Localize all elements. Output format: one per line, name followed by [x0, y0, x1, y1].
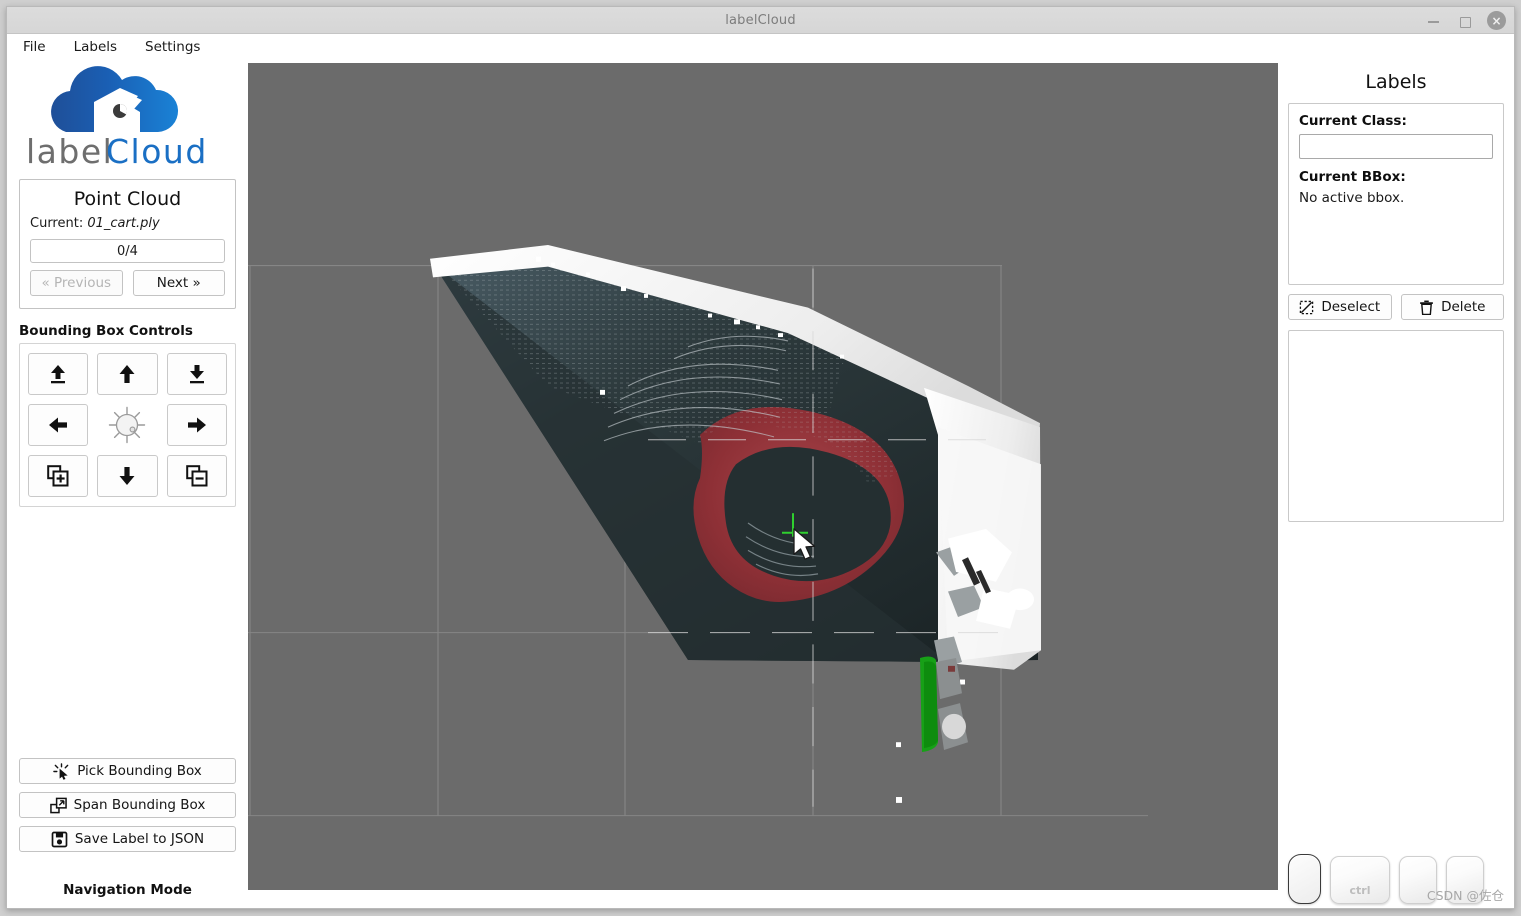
- navigation-mode-status: Navigation Mode: [63, 882, 192, 898]
- bbox-move-forward-button[interactable]: [97, 353, 158, 395]
- menu-item-labels[interactable]: Labels: [72, 37, 119, 57]
- save-label-json-button[interactable]: Save Label to JSON: [19, 826, 236, 852]
- mouse-key-hint: [1288, 854, 1321, 904]
- point-cloud-nav-row: « Previous Next »: [30, 270, 225, 296]
- bbox-move-left-button[interactable]: [28, 404, 89, 446]
- labelcloud-logo-icon: label Cloud: [26, 66, 208, 170]
- menu-item-settings[interactable]: Settings: [143, 37, 202, 57]
- viewport-overlay: [648, 268, 1008, 807]
- bbox-move-right-button[interactable]: [166, 404, 227, 446]
- box-plus-icon: [47, 465, 69, 487]
- watermark-text: CSDN @佐仓: [1426, 888, 1504, 903]
- current-file-row: Current: 01_cart.ply: [30, 216, 225, 231]
- current-class-label: Current Class:: [1299, 113, 1407, 129]
- current-bbox-status: No active bbox.: [1299, 190, 1405, 206]
- arrow-left-icon: [49, 417, 68, 433]
- left-sidebar: label Cloud Point Cloud Current: 01_cart…: [7, 59, 248, 908]
- arrow-down-bar-icon: [189, 365, 204, 384]
- label-list[interactable]: [1288, 330, 1504, 522]
- current-file-prefix: Current:: [30, 216, 84, 231]
- box-minus-icon: [186, 465, 208, 487]
- current-class-input[interactable]: [1299, 134, 1493, 159]
- main-body: label Cloud Point Cloud Current: 01_cart…: [7, 59, 1514, 908]
- logo-text-label: label: [26, 132, 113, 170]
- point-cloud-progress: 0/4: [30, 239, 225, 263]
- save-label-json-label: Save Label to JSON: [74, 831, 205, 847]
- app-window: labelCloud × File Labels Settings label …: [6, 6, 1515, 909]
- pick-cursor-icon: [53, 762, 69, 780]
- bbox-rotate-dial[interactable]: [97, 404, 157, 446]
- title-bar: labelCloud ×: [7, 7, 1514, 34]
- arrow-up-bar-icon: [51, 365, 66, 384]
- next-button[interactable]: Next »: [132, 270, 225, 296]
- right-sidebar-spacer: [1288, 522, 1504, 854]
- bbox-controls-title: Bounding Box Controls: [19, 323, 193, 339]
- window-title: labelCloud: [725, 12, 796, 28]
- menu-item-file[interactable]: File: [21, 37, 48, 57]
- bbox-decrease-z-button[interactable]: [166, 353, 227, 395]
- menu-bar: File Labels Settings: [7, 34, 1514, 59]
- minimize-icon[interactable]: [1425, 12, 1442, 29]
- logo-text-cloud: Cloud: [106, 132, 208, 170]
- window-controls: ×: [1425, 7, 1506, 34]
- span-bounding-box-label: Span Bounding Box: [73, 797, 206, 813]
- app-logo: label Cloud: [7, 59, 248, 173]
- ctrl-key-hint: ctrl: [1330, 856, 1390, 904]
- label-action-row: Deselect Delete: [1288, 294, 1504, 320]
- action-button-group: Pick Bounding Box Span Bounding Box Save…: [7, 758, 248, 852]
- pick-bounding-box-label: Pick Bounding Box: [77, 763, 202, 779]
- point-cloud-viewport[interactable]: [248, 63, 1278, 890]
- current-label-panel: Current Class: Current BBox: No active b…: [1288, 103, 1504, 285]
- ctrl-key-label: ctrl: [1349, 884, 1371, 897]
- bbox-controls-grid: [28, 353, 227, 497]
- delete-button[interactable]: Delete: [1400, 294, 1504, 320]
- bbox-scale-down-button[interactable]: [166, 455, 227, 497]
- pick-bounding-box-button[interactable]: Pick Bounding Box: [19, 758, 236, 784]
- delete-label: Delete: [1441, 299, 1486, 315]
- point-cloud-panel: Point Cloud Current: 01_cart.ply 0/4 « P…: [19, 179, 236, 309]
- trash-icon: [1420, 300, 1433, 315]
- left-sidebar-spacer: [7, 507, 248, 758]
- arrow-down-icon: [119, 467, 135, 485]
- deselect-label: Deselect: [1321, 299, 1381, 315]
- labels-panel-title: Labels: [1365, 71, 1427, 93]
- bbox-increase-z-button[interactable]: [28, 353, 89, 395]
- span-box-icon: [49, 797, 67, 813]
- close-glyph: ×: [1491, 13, 1502, 28]
- current-bbox-label: Current BBox:: [1299, 169, 1406, 185]
- save-disk-icon: [51, 831, 68, 847]
- span-bounding-box-button[interactable]: Span Bounding Box: [19, 792, 236, 818]
- close-icon[interactable]: ×: [1487, 11, 1506, 30]
- deselect-icon: [1300, 300, 1314, 314]
- point-cloud-title: Point Cloud: [73, 188, 182, 210]
- arrow-right-icon: [187, 417, 206, 433]
- current-file-name: 01_cart.ply: [87, 216, 160, 231]
- arrow-up-icon: [119, 365, 135, 383]
- rotation-dial-icon: [109, 406, 146, 444]
- previous-button[interactable]: « Previous: [30, 270, 123, 296]
- labels-sidebar: Labels Current Class: Current BBox: No a…: [1278, 59, 1514, 908]
- deselect-button[interactable]: Deselect: [1288, 294, 1392, 320]
- bbox-controls-panel: [19, 343, 236, 507]
- maximize-icon[interactable]: [1456, 12, 1473, 29]
- bbox-move-backward-button[interactable]: [97, 455, 158, 497]
- bbox-scale-up-button[interactable]: [28, 455, 89, 497]
